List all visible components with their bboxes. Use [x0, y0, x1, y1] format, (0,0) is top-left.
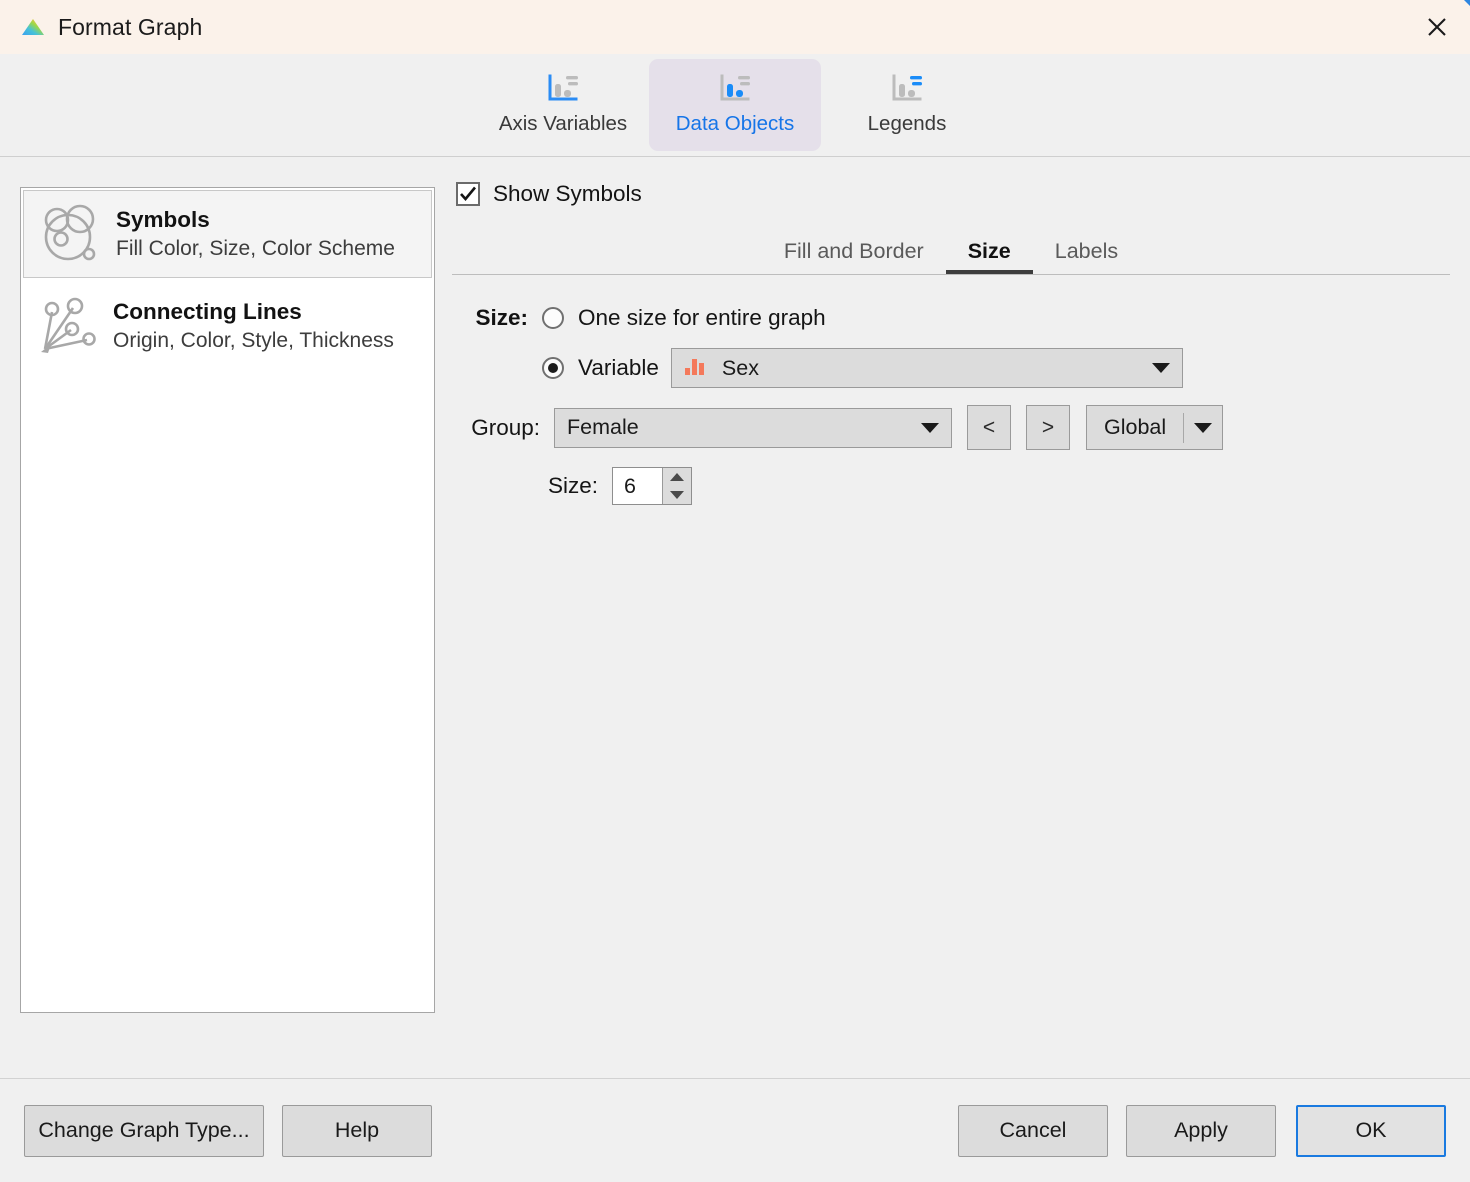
sidebar-item-text: Symbols Fill Color, Size, Color Scheme: [116, 206, 395, 262]
triangle-up-icon[interactable]: [663, 468, 691, 486]
title-bar: Format Graph: [0, 0, 1470, 54]
data-objects-chart-icon: [718, 74, 752, 104]
tab-label: Axis Variables: [498, 112, 628, 135]
chevron-down-icon: [1140, 349, 1182, 387]
group-label: Group:: [471, 414, 540, 440]
variable-select-value: Sex: [721, 355, 759, 380]
sidebar-item-title: Symbols: [116, 206, 210, 232]
help-button[interactable]: Help: [282, 1104, 432, 1157]
triangle-down-icon[interactable]: [663, 486, 691, 504]
tab-label: Data Objects: [675, 112, 795, 135]
graphpad-prism-logo-icon: [20, 14, 46, 40]
dialog-footer: Change Graph Type... Help Cancel Apply O…: [0, 1078, 1470, 1182]
tab-axis-variables[interactable]: Axis Variables: [477, 59, 649, 151]
size-option-variable-row: Variable Sex: [452, 348, 1450, 388]
size-lead-label: Size:: [475, 305, 528, 330]
subtab-size[interactable]: Size: [945, 240, 1033, 274]
subtab-fill-and-border[interactable]: Fill and Border: [762, 240, 946, 275]
size-input[interactable]: 6: [613, 468, 662, 504]
bar-chart-variable-icon: [684, 356, 708, 381]
scope-split-button[interactable]: Global: [1086, 405, 1224, 450]
tab-label: Legends: [867, 112, 947, 135]
ok-button[interactable]: OK: [1296, 1104, 1446, 1157]
change-graph-type-button[interactable]: Change Graph Type...: [24, 1104, 264, 1157]
legends-chart-icon: [890, 74, 924, 104]
sidebar-item-subtitle: Origin, Color, Style, Thickness: [113, 328, 394, 352]
show-symbols-row: Show Symbols: [456, 179, 1450, 209]
group-select-value: Female: [567, 415, 639, 439]
show-symbols-checkbox[interactable]: [456, 182, 480, 206]
symbol-subtab-strip: Fill and Border Size Labels: [452, 227, 1450, 275]
apply-button[interactable]: Apply: [1126, 1104, 1276, 1157]
sidebar-item-title: Connecting Lines: [113, 298, 302, 324]
object-category-list: Symbols Fill Color, Size, Color Scheme C…: [20, 187, 435, 1013]
next-group-button[interactable]: >: [1026, 405, 1070, 450]
settings-panel: Show Symbols Fill and Border Size Labels…: [452, 179, 1450, 505]
close-icon[interactable]: [1404, 0, 1470, 54]
cancel-button[interactable]: Cancel: [958, 1104, 1108, 1157]
sidebar-item-text: Connecting Lines Origin, Color, Style, T…: [113, 298, 394, 354]
size-option-one-size-row: Size: One size for entire graph: [452, 305, 1450, 331]
radio-variable[interactable]: [542, 357, 564, 379]
tab-legends[interactable]: Legends: [821, 59, 993, 151]
connecting-lines-icon: [35, 295, 99, 357]
sidebar-item-connecting-lines[interactable]: Connecting Lines Origin, Color, Style, T…: [21, 280, 434, 372]
chevron-down-icon[interactable]: [1184, 422, 1222, 433]
dialog-body: Symbols Fill Color, Size, Color Scheme C…: [0, 157, 1470, 1078]
radio-one-size-for-entire-graph[interactable]: [542, 307, 564, 329]
radio-one-size-label: One size for entire graph: [578, 305, 826, 330]
main-tab-strip: Axis Variables Data Objects Legends: [0, 54, 1470, 157]
sidebar-item-symbols[interactable]: Symbols Fill Color, Size, Color Scheme: [23, 190, 432, 278]
size-form: Size: One size for entire graph Variable: [452, 305, 1450, 505]
group-row: Group: Female < > Global: [452, 405, 1450, 450]
radio-variable-label: Variable: [578, 355, 659, 380]
axis-variables-chart-icon: [546, 74, 580, 104]
stepper-buttons: [662, 468, 691, 504]
symbols-circles-icon: [38, 203, 102, 265]
scope-label: Global: [1104, 415, 1167, 439]
size-value-label: Size:: [547, 473, 598, 498]
variable-select[interactable]: Sex: [670, 348, 1183, 388]
subtab-labels[interactable]: Labels: [1033, 240, 1140, 275]
show-symbols-label: Show Symbols: [493, 181, 642, 206]
window-title: Format Graph: [58, 13, 203, 40]
chevron-down-icon: [909, 409, 951, 447]
size-value-row: Size: 6: [452, 467, 1450, 505]
previous-group-button[interactable]: <: [967, 405, 1011, 450]
group-select[interactable]: Female: [554, 407, 952, 448]
sidebar-item-subtitle: Fill Color, Size, Color Scheme: [116, 236, 395, 260]
tab-data-objects[interactable]: Data Objects: [649, 59, 821, 151]
size-stepper[interactable]: 6: [612, 467, 692, 505]
